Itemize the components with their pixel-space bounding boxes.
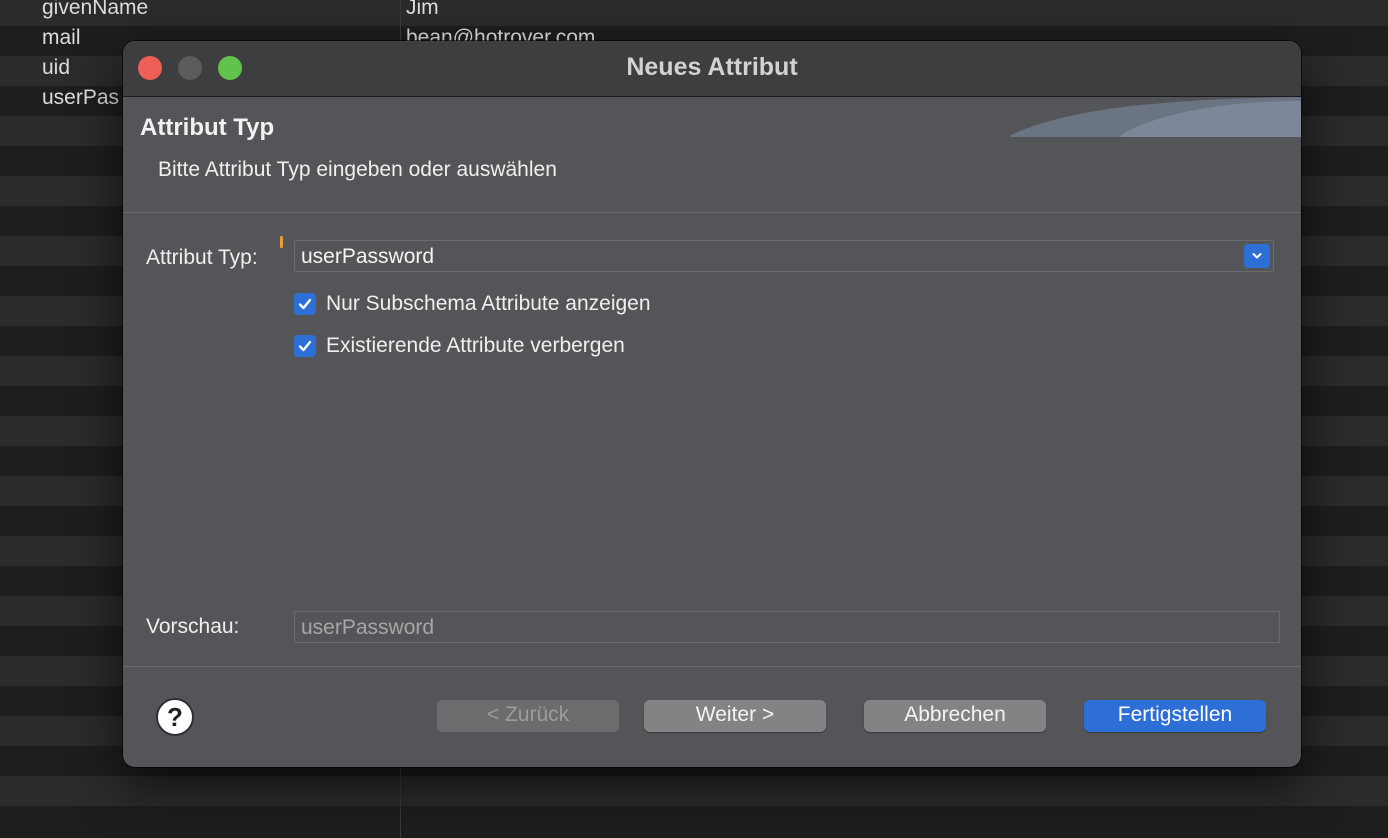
help-button[interactable]: ? xyxy=(156,698,194,736)
back-button[interactable]: < Zurück xyxy=(437,700,619,732)
table-row-empty xyxy=(0,806,1388,836)
close-window-button[interactable] xyxy=(138,56,162,80)
table-row-empty xyxy=(0,776,1388,806)
section-title: Attribut Typ xyxy=(140,114,275,141)
new-attribute-dialog: Neues Attribut Attribut Typ Bitte Attrib… xyxy=(123,41,1301,767)
section-description: Bitte Attribut Typ eingeben oder auswähl… xyxy=(158,158,557,181)
dialog-title: Neues Attribut xyxy=(626,53,798,81)
banner-swoosh-graphic xyxy=(1011,97,1301,137)
attribute-name-cell: uid xyxy=(42,56,71,79)
attribute-value-cell: Jim xyxy=(406,0,439,19)
preview-value: userPassword xyxy=(301,616,435,639)
checkbox-label: Nur Subschema Attribute anzeigen xyxy=(326,292,651,315)
dialog-titlebar[interactable]: Neues Attribut xyxy=(123,41,1301,97)
attribute-type-label: Attribut Typ: xyxy=(146,246,258,269)
wizard-header: Attribut Typ Bitte Attribut Typ eingeben… xyxy=(123,97,1301,213)
table-row[interactable]: givenName Jim xyxy=(0,0,1388,26)
checkbox-label: Existierende Attribute verbergen xyxy=(326,334,625,357)
attribute-name-cell: mail xyxy=(42,26,81,49)
preview-label: Vorschau: xyxy=(146,615,240,638)
attribute-type-value: userPassword xyxy=(301,245,435,268)
attribute-name-cell: userPas xyxy=(42,86,120,109)
attribute-name-cell: givenName xyxy=(42,0,149,19)
required-field-marker-icon xyxy=(280,236,283,248)
footer-divider xyxy=(123,666,1301,667)
minimize-window-button[interactable] xyxy=(178,56,202,80)
finish-button[interactable]: Fertigstellen xyxy=(1084,700,1266,732)
attribute-type-combobox[interactable]: userPassword xyxy=(294,240,1274,272)
checkbox-checked-icon[interactable] xyxy=(294,335,316,357)
dropdown-chevron-icon[interactable] xyxy=(1244,244,1270,268)
cancel-button[interactable]: Abbrechen xyxy=(864,700,1046,732)
maximize-window-button[interactable] xyxy=(218,56,242,80)
checkbox-checked-icon[interactable] xyxy=(294,293,316,315)
preview-field: userPassword xyxy=(294,611,1280,643)
next-button[interactable]: Weiter > xyxy=(644,700,826,732)
